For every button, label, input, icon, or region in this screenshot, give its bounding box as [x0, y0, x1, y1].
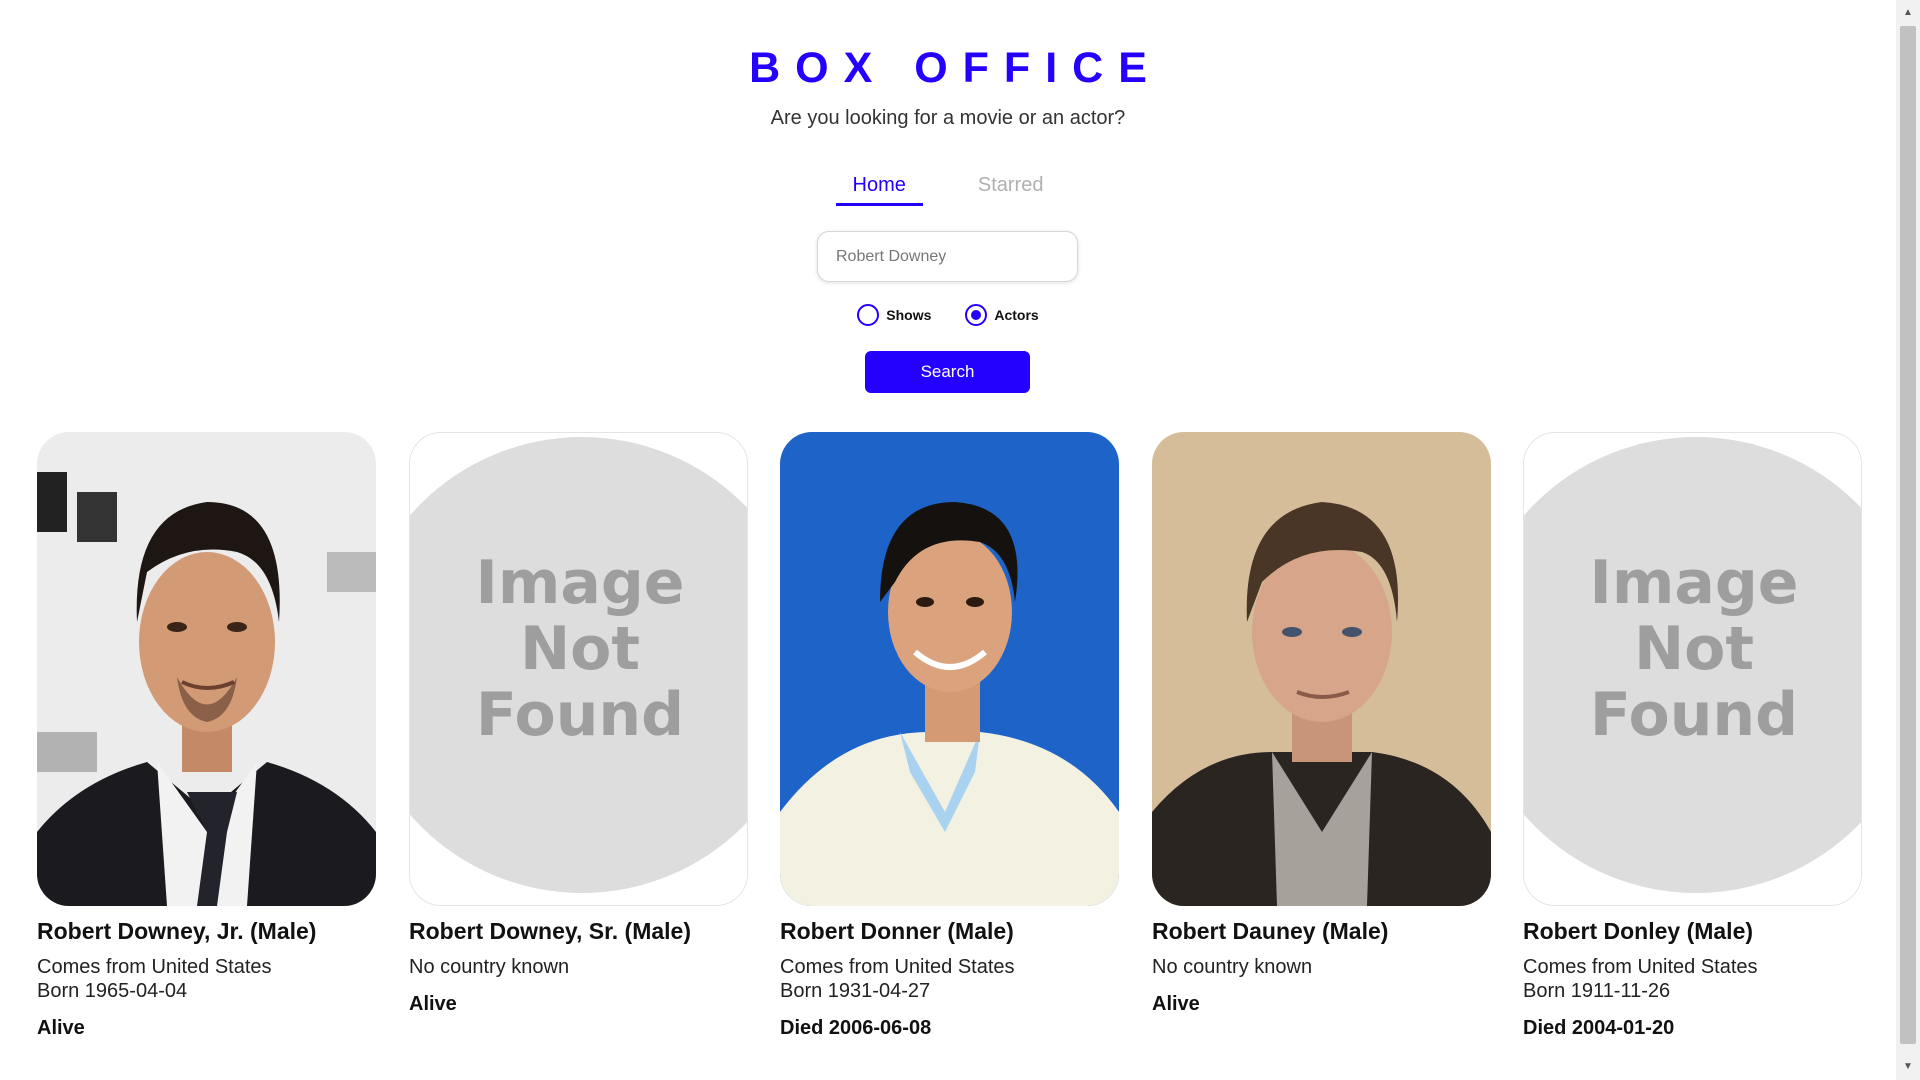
actor-photo: [1152, 432, 1491, 906]
actor-status: Alive: [409, 993, 457, 1015]
actor-photo-donner: [780, 432, 1119, 906]
not-found-text-3: Found: [1590, 680, 1798, 750]
actor-name[interactable]: Robert Downey, Jr. (Male): [37, 918, 376, 945]
search-box: [817, 231, 1078, 282]
not-found-text-2: Not: [1634, 614, 1754, 684]
search-input[interactable]: [817, 231, 1078, 282]
nav-tabs: Home Starred: [0, 170, 1896, 206]
actor-card[interactable]: Robert Downey, Jr. (Male) Comes from Uni…: [37, 432, 376, 1040]
not-found-text-1: Image: [1590, 548, 1799, 618]
actor-country: No country known: [1152, 956, 1313, 978]
actor-born: Born 1965-04-04: [37, 980, 188, 1002]
scroll-thumb[interactable]: [1900, 26, 1916, 1044]
actor-status: Died 2004-01-20: [1523, 1017, 1675, 1039]
actor-country: Comes from United States: [1523, 956, 1758, 978]
actor-photo-placeholder: Image Not Found: [409, 432, 748, 906]
app-header: BOX OFFICE Are you looking for a movie o…: [0, 44, 1896, 130]
search-button[interactable]: Search: [865, 351, 1030, 393]
actor-photo: [780, 432, 1119, 906]
image-not-found-icon: Image Not Found: [410, 433, 747, 905]
search-type-radios: Shows Actors: [0, 304, 1896, 326]
vertical-scrollbar[interactable]: ▲ ▼: [1896, 0, 1920, 1080]
tab-home[interactable]: Home: [835, 170, 923, 206]
box-office-page: BOX OFFICE Are you looking for a movie o…: [0, 0, 1920, 1080]
not-found-text-2: Not: [520, 614, 640, 684]
scroll-up-icon[interactable]: ▲: [1896, 4, 1920, 22]
actor-born: Born 1911-11-26: [1523, 980, 1671, 1002]
not-found-text-3: Found: [476, 680, 684, 750]
radio-shows[interactable]: Shows: [857, 304, 931, 326]
actor-country: No country known: [409, 956, 570, 978]
radio-actors-label: Actors: [994, 307, 1039, 323]
actor-photo-downey-jr: [37, 432, 376, 906]
actor-born: Born 1931-04-27: [780, 980, 931, 1002]
actor-status: Died 2006-06-08: [780, 1017, 932, 1039]
actor-card[interactable]: Robert Dauney (Male) No country known Al…: [1152, 432, 1491, 1016]
actor-card[interactable]: Image Not Found Robert Downey, Sr. (Male…: [409, 432, 748, 1016]
actor-country: Comes from United States: [37, 956, 272, 978]
actor-photo-placeholder: Image Not Found: [1523, 432, 1862, 906]
actor-card[interactable]: Robert Donner (Male) Comes from United S…: [780, 432, 1119, 1040]
actor-name[interactable]: Robert Donley (Male): [1523, 918, 1862, 945]
radio-actors-selected-dot: [971, 310, 982, 320]
actor-photo-dauney: [1152, 432, 1491, 906]
image-not-found-icon: Image Not Found: [1524, 433, 1861, 905]
radio-shows-circle[interactable]: [857, 304, 880, 326]
not-found-text-1: Image: [476, 548, 685, 618]
app-subtitle: Are you looking for a movie or an actor?: [770, 107, 1126, 129]
radio-actors-circle[interactable]: [965, 304, 988, 326]
app-title: BOX OFFICE: [749, 44, 1162, 92]
actor-name[interactable]: Robert Donner (Male): [780, 918, 1119, 945]
actor-name[interactable]: Robert Downey, Sr. (Male): [409, 918, 748, 945]
actor-card[interactable]: Image Not Found Robert Donley (Male) Com…: [1523, 432, 1862, 1040]
actor-photo: [37, 432, 376, 906]
scroll-down-icon[interactable]: ▼: [1896, 1058, 1920, 1076]
tab-starred[interactable]: Starred: [961, 170, 1061, 206]
radio-shows-label: Shows: [886, 307, 932, 323]
actor-status: Alive: [37, 1017, 85, 1039]
actor-country: Comes from United States: [780, 956, 1015, 978]
radio-actors[interactable]: Actors: [965, 304, 1039, 326]
actor-status: Alive: [1152, 993, 1200, 1015]
actor-name[interactable]: Robert Dauney (Male): [1152, 918, 1491, 945]
